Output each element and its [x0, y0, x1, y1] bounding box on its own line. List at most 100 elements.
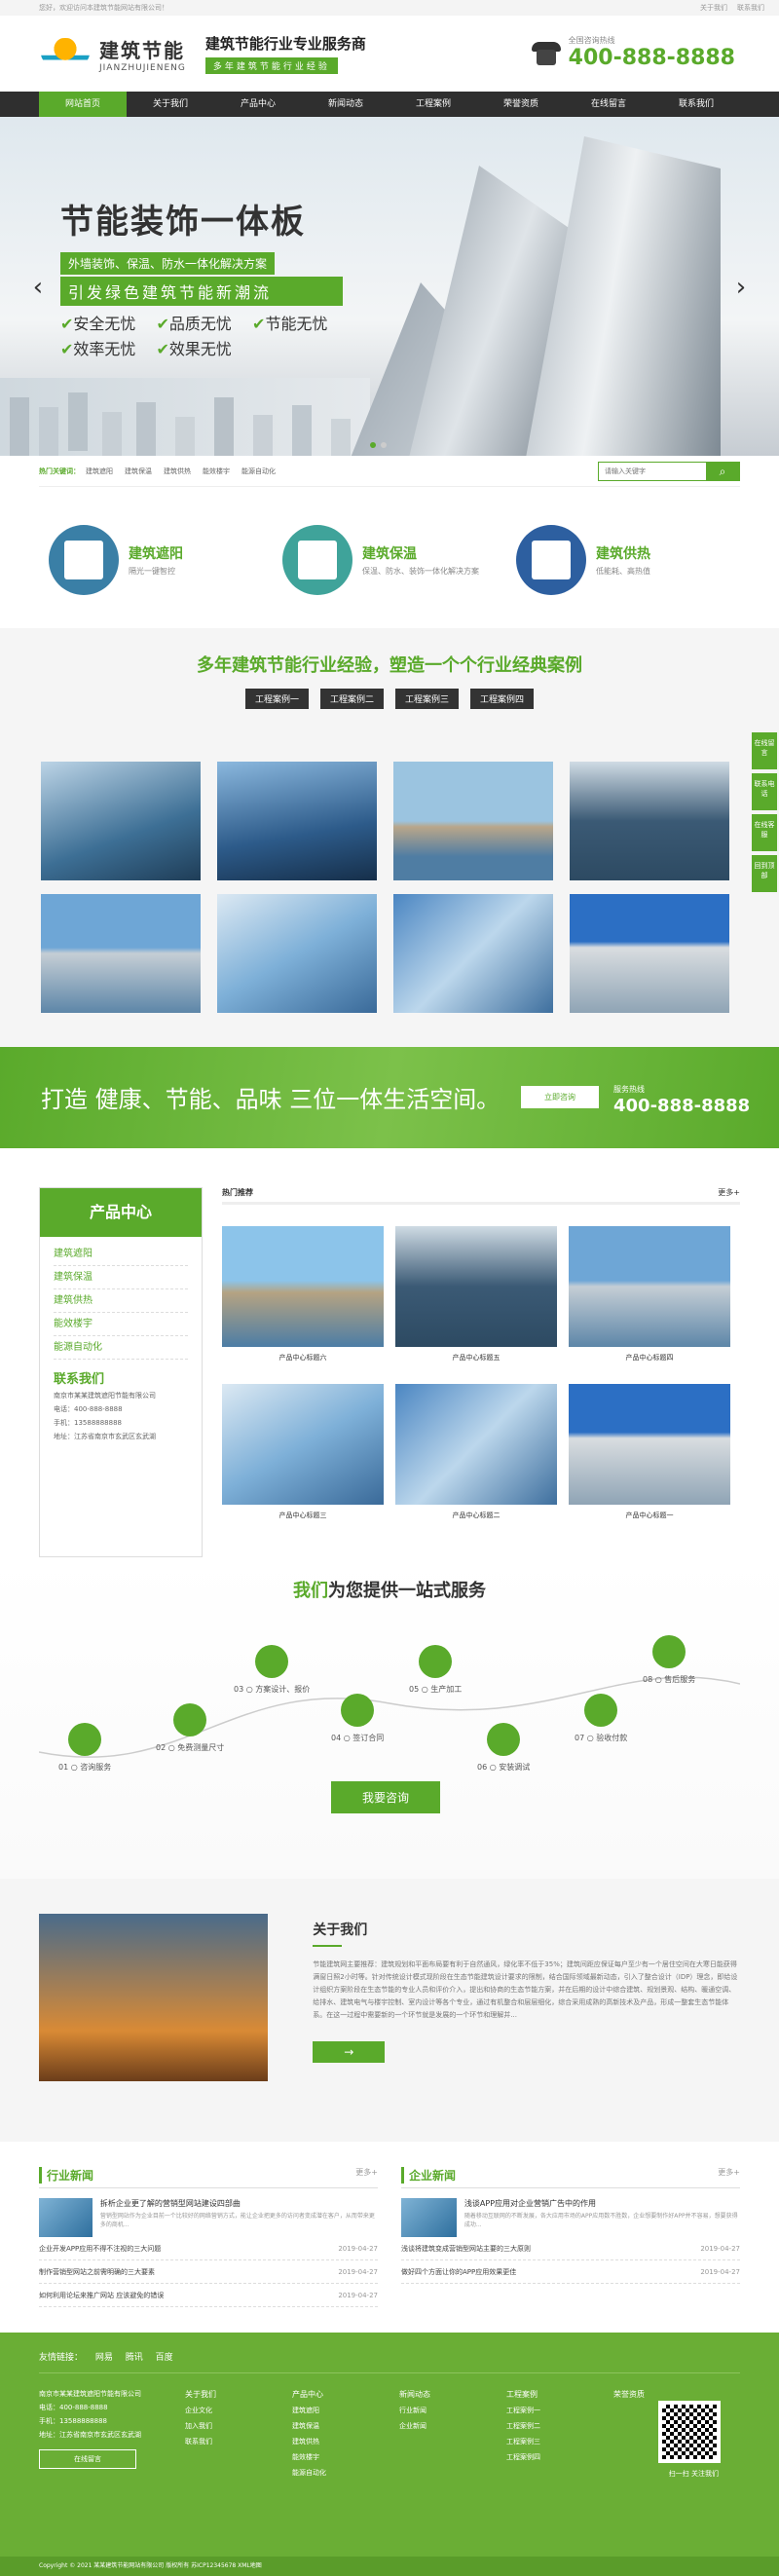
- nav-message[interactable]: 在线留言: [565, 92, 652, 117]
- case-image[interactable]: [570, 762, 729, 880]
- logo[interactable]: 建筑节能 JIANZHUJIENENG: [99, 35, 186, 73]
- keyword-link[interactable]: 建筑遮阳: [86, 467, 113, 476]
- float-top[interactable]: 回到顶部: [752, 855, 777, 892]
- news-row[interactable]: 浅谈将建筑变成营销型网站主要的三大原则 2019-04-27: [401, 2237, 740, 2260]
- case-image[interactable]: [393, 762, 553, 880]
- case-image[interactable]: [41, 762, 201, 880]
- case-image[interactable]: [217, 762, 377, 880]
- news-row[interactable]: 企业开发APP应用不得不注视的三大问题 2019-04-27: [39, 2237, 378, 2260]
- qr-code-icon: [658, 2401, 721, 2463]
- news-featured[interactable]: 拆析企业更了解的营销型网站建设四部曲 营销型网站作为企业目前一个比较好的网络营销方…: [39, 2198, 378, 2237]
- nav-about[interactable]: 关于我们: [127, 92, 214, 117]
- company-news: 企业新闻 更多+ 浅谈APP应用对企业营销广告中的作用 随着移动互联网的不断发展，各…: [401, 2167, 740, 2333]
- float-message[interactable]: 在线留言: [752, 732, 777, 769]
- hero-banner: 节能装饰一体板 外墙装饰、保温、防水一体化解决方案 引发绿色建筑节能新潮流 ✔安…: [0, 117, 779, 456]
- product-card[interactable]: 产品中心标题四: [569, 1226, 730, 1372]
- keyword-link[interactable]: 建筑保温: [125, 467, 152, 476]
- contact-line: 地址：江苏省南京市玄武区玄武湖: [54, 1433, 156, 1440]
- company-news-title: 企业新闻: [401, 2167, 456, 2184]
- logo-icon[interactable]: [39, 36, 97, 71]
- nav-contact[interactable]: 联系我们: [652, 92, 740, 117]
- next-arrow-icon[interactable]: ›: [730, 273, 752, 302]
- top-link-about[interactable]: 关于我们: [700, 3, 727, 13]
- product-card[interactable]: 产品中心标题二: [395, 1384, 557, 1530]
- category-shading[interactable]: 建筑遮阳 隔光一键智控: [49, 525, 263, 595]
- news-row[interactable]: 制作营销型网站之前需明确的三大要素 2019-04-27: [39, 2260, 378, 2284]
- industry-news-title: 行业新闻: [39, 2167, 93, 2184]
- service-step: 08 ○ 售后服务: [643, 1635, 695, 1685]
- telephone-icon: [530, 38, 563, 67]
- more-link[interactable]: 更多+: [718, 1187, 740, 1198]
- search-bar: 热门关键词： 建筑遮阳 建筑保温 建筑供热 能效楼宇 能源自动化 ⌕: [39, 456, 740, 487]
- product-card[interactable]: 产品中心标题五: [395, 1226, 557, 1372]
- check-icon: ✔: [156, 315, 169, 333]
- case-tab[interactable]: 工程案例四: [470, 689, 535, 709]
- nav-products[interactable]: 产品中心: [214, 92, 302, 117]
- case-tab[interactable]: 工程案例三: [395, 689, 460, 709]
- product-main: 热门推荐 更多+ 产品中心标题六 产品中心标题五 产品中心标题四 产品中心标题三 …: [222, 1187, 740, 1557]
- news-featured[interactable]: 浅谈APP应用对企业营销广告中的作用 随着移动互联网的不断发展，各大应用市场的AP…: [401, 2198, 740, 2237]
- category-desc: 保温、防水、装饰一体化解决方案: [362, 567, 479, 576]
- hotline-label: 全国咨询热线: [568, 36, 615, 45]
- float-phone[interactable]: 联系电话: [752, 773, 777, 810]
- sidebar-item[interactable]: 能源自动化: [54, 1336, 188, 1360]
- product-card[interactable]: 产品中心标题三: [222, 1384, 384, 1530]
- case-image[interactable]: [217, 894, 377, 1013]
- product-card[interactable]: 产品中心标题六: [222, 1226, 384, 1372]
- sidebar-item[interactable]: 建筑遮阳: [54, 1243, 188, 1266]
- contact-line: 南京市某某建筑遮阳节能有限公司: [54, 1392, 156, 1400]
- friend-link[interactable]: 腾讯: [126, 2353, 143, 2363]
- case-image[interactable]: [393, 894, 553, 1013]
- trophy-image: [39, 1914, 269, 2081]
- category-insulation[interactable]: 建筑保温 保温、防水、装饰一体化解决方案: [282, 525, 497, 595]
- footer-message-button[interactable]: 在线留言: [39, 2449, 136, 2469]
- cases-section: 多年建筑节能行业经验，塑造一个个行业经典案例 工程案例一 工程案例二 工程案例三…: [0, 628, 779, 1047]
- header-slogan: 建筑节能行业专业服务商 多年建筑节能行业经验: [204, 33, 366, 74]
- prev-arrow-icon[interactable]: ‹: [27, 273, 49, 302]
- promo-phone: 400-888-8888: [613, 1096, 751, 1116]
- news-row[interactable]: 如何利用论坛来推广网站 应该避免的错误 2019-04-27: [39, 2284, 378, 2307]
- more-link[interactable]: 更多+: [355, 2167, 378, 2184]
- product-sidebar: 产品中心 建筑遮阳 建筑保温 建筑供热 能效楼宇 能源自动化 联系我们 南京市某…: [39, 1187, 203, 1557]
- nav-news[interactable]: 新闻动态: [302, 92, 390, 117]
- keyword-link[interactable]: 能效楼宇: [203, 467, 230, 476]
- search-input[interactable]: [599, 462, 706, 480]
- sidebar-item[interactable]: 能效楼宇: [54, 1313, 188, 1336]
- case-tab[interactable]: 工程案例二: [319, 689, 384, 709]
- case-tab[interactable]: 工程案例一: [244, 689, 309, 709]
- friend-link[interactable]: 网易: [95, 2353, 113, 2363]
- slider-dot[interactable]: [370, 442, 376, 448]
- case-image[interactable]: [41, 894, 201, 1013]
- product-card[interactable]: 产品中心标题一: [569, 1384, 730, 1530]
- sidebar-item[interactable]: 建筑保温: [54, 1266, 188, 1289]
- nav-home[interactable]: 网站首页: [39, 92, 127, 117]
- nav-honors[interactable]: 荣誉资质: [477, 92, 565, 117]
- search-button[interactable]: ⌕: [706, 462, 739, 480]
- nav-cases[interactable]: 工程案例: [390, 92, 477, 117]
- product-caption: 产品中心标题五: [452, 1354, 501, 1362]
- cases-tabs: 工程案例一 工程案例二 工程案例三 工程案例四: [0, 689, 779, 709]
- consult-now-button[interactable]: 立即咨询: [521, 1086, 599, 1108]
- slogan-sub: 多年建筑节能行业经验: [204, 57, 338, 74]
- welcome-text: 您好，欢迎访问本建筑节能网站有限公司！: [39, 4, 168, 12]
- sidebar-title: 产品中心: [40, 1188, 202, 1237]
- keyword-link[interactable]: 建筑供热: [164, 467, 191, 476]
- sidebar-contact-title: 联系我们: [54, 1372, 105, 1387]
- category-desc: 低能耗、高热值: [596, 567, 650, 576]
- slider-dot[interactable]: [381, 442, 387, 448]
- news-row[interactable]: 做好四个方面让你的APP应用效果更佳 2019-04-27: [401, 2260, 740, 2284]
- consult-button[interactable]: 我要咨询: [331, 1781, 441, 1813]
- qr-label: 扫一扫 关注我们: [668, 2470, 719, 2478]
- keyword-link[interactable]: 能源自动化: [241, 467, 276, 476]
- case-image[interactable]: [570, 894, 729, 1013]
- sidebar-item[interactable]: 建筑供热: [54, 1289, 188, 1313]
- float-service[interactable]: 在线客服: [752, 814, 777, 851]
- copyright: Copyright © 2021 某某建筑节能网站有限公司 版权所有 苏ICP1…: [0, 2557, 779, 2576]
- city-skyline-image: [0, 378, 370, 456]
- more-link[interactable]: 更多+: [718, 2167, 740, 2184]
- top-link-contact[interactable]: 联系我们: [737, 3, 764, 13]
- category-heating[interactable]: 建筑供热 低能耗、高热值: [516, 525, 730, 595]
- friend-link[interactable]: 百度: [156, 2353, 173, 2363]
- about-more-button[interactable]: →: [313, 2041, 386, 2063]
- product-caption: 产品中心标题二: [452, 1512, 501, 1519]
